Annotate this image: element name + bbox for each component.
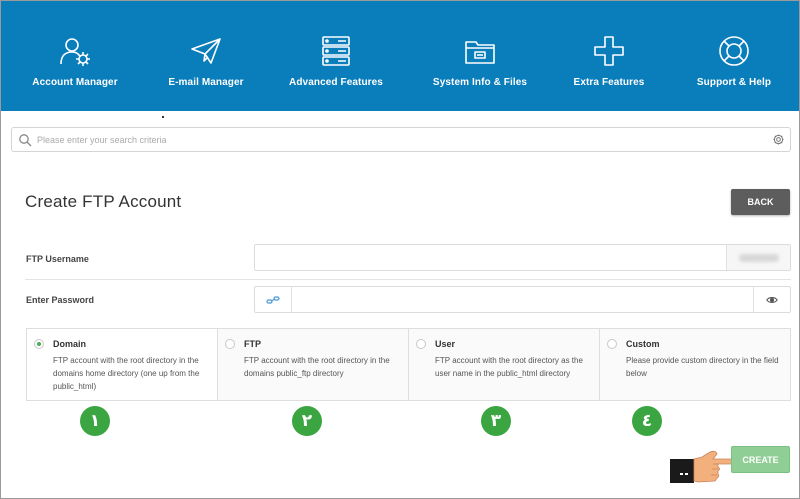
nav-advanced-features[interactable]: Advanced Features: [262, 0, 410, 111]
nav-label: System Info & Files: [432, 77, 528, 88]
eye-icon: [766, 296, 778, 303]
nav-email-manager[interactable]: E-mail Manager: [150, 0, 262, 111]
page-title: Create FTP Account: [25, 192, 182, 211]
domain-suffix: [726, 245, 790, 270]
radio-custom[interactable]: [607, 339, 617, 349]
nav-system-info-files[interactable]: System Info & Files: [410, 0, 550, 111]
radio-user[interactable]: [416, 339, 426, 349]
blurred-domain: [738, 253, 779, 262]
plus-icon: [592, 34, 626, 68]
option-custom[interactable]: Custom Please provide custom directory i…: [600, 329, 790, 400]
search-input[interactable]: [37, 134, 773, 145]
row-divider: [25, 279, 791, 280]
option-description: FTP account with the root directory in t…: [244, 356, 390, 378]
nav-label: Support & Help: [696, 77, 772, 88]
option-ftp[interactable]: FTP FTP account with the root directory …: [218, 329, 409, 400]
nav-extra-features[interactable]: Extra Features: [550, 0, 668, 111]
stray-dot: [162, 116, 164, 118]
option-title: Custom: [626, 339, 660, 349]
generate-password-button[interactable]: [255, 287, 292, 312]
account-manager-icon: [58, 34, 92, 68]
option-description: FTP account with the root directory in t…: [53, 356, 200, 391]
option-user[interactable]: User FTP account with the root directory…: [409, 329, 600, 400]
show-password-button[interactable]: [753, 287, 790, 312]
step-badge-3: ٣: [481, 406, 511, 436]
lifebuoy-icon: [717, 34, 751, 68]
pointing-hand-icon: [670, 450, 733, 483]
option-title: FTP: [244, 339, 261, 349]
option-description: Please provide custom directory in the f…: [626, 356, 779, 378]
step-badge-2: ٢: [292, 406, 322, 436]
search-icon: [19, 133, 32, 146]
step-badge-1: ١: [80, 406, 110, 436]
nav-label: Extra Features: [573, 77, 645, 88]
step-badge-4: ٤: [632, 406, 662, 436]
search-bar: [11, 127, 791, 152]
ftp-username-label: FTP Username: [26, 254, 89, 264]
option-title: User: [435, 339, 456, 349]
ftp-username-field[interactable]: [254, 244, 791, 271]
gear-icon[interactable]: [773, 134, 784, 145]
radio-domain[interactable]: [34, 339, 44, 349]
paper-plane-icon: [189, 34, 223, 68]
nav-label: E-mail Manager: [168, 77, 244, 88]
option-domain[interactable]: Domain FTP account with the root directo…: [27, 329, 218, 400]
link-icon: [266, 295, 280, 304]
option-title: Domain: [53, 339, 87, 349]
top-navigation: Account Manager E-mail Manager Advanced …: [0, 0, 800, 111]
directory-options: Domain FTP account with the root directo…: [26, 328, 791, 401]
ftp-username-input[interactable]: [255, 245, 726, 270]
create-button[interactable]: CREATE: [731, 446, 790, 473]
server-icon: [319, 34, 353, 68]
password-field[interactable]: [254, 286, 791, 313]
radio-ftp[interactable]: [225, 339, 235, 349]
folder-icon: [463, 34, 497, 68]
back-button[interactable]: BACK: [731, 189, 790, 215]
nav-label: Advanced Features: [289, 77, 383, 88]
password-input[interactable]: [292, 287, 753, 312]
nav-label: Account Manager: [32, 77, 118, 88]
nav-support-help[interactable]: Support & Help: [668, 0, 800, 111]
password-label: Enter Password: [26, 295, 95, 305]
nav-account-manager[interactable]: Account Manager: [0, 0, 150, 111]
option-description: FTP account with the root directory as t…: [435, 356, 583, 378]
